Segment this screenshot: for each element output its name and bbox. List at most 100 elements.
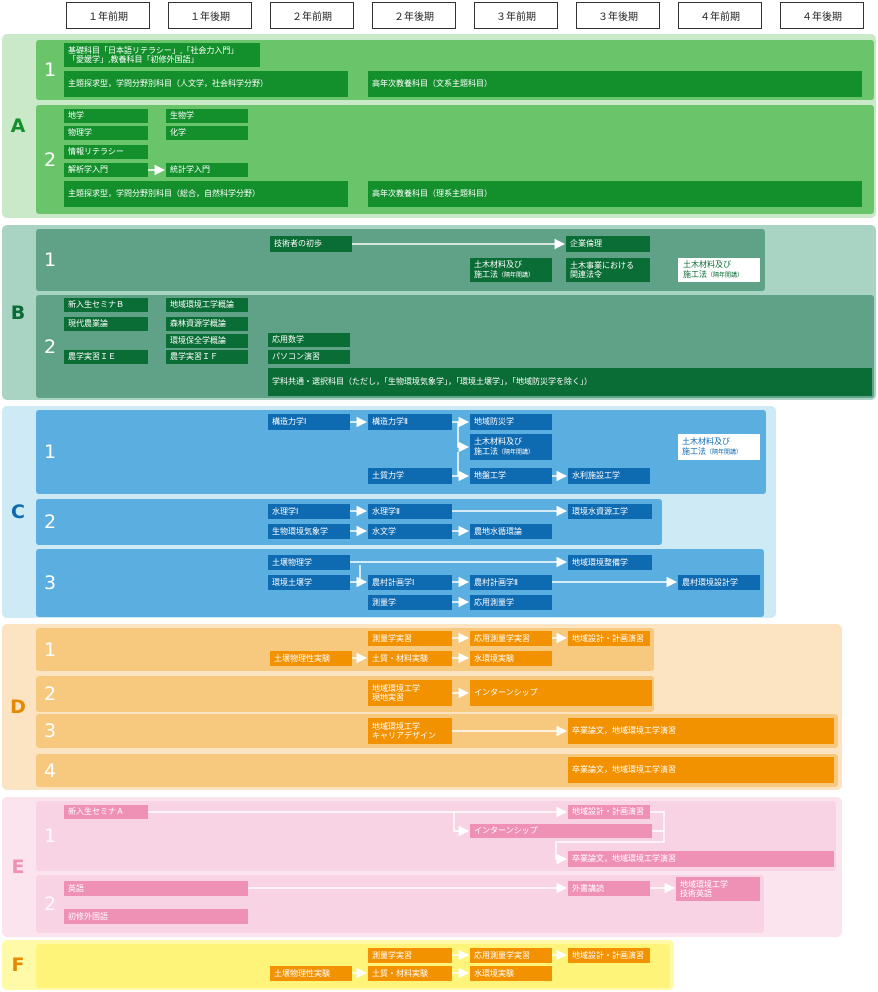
course-name-line: 土質・材料実験 [372, 653, 428, 663]
course-box: 測量学 [368, 595, 452, 610]
course-name-line: 土質・材料実験 [372, 968, 428, 978]
course-box: 地域環境工学 技術英語 [676, 877, 760, 901]
course-box: 統計学入門 [166, 163, 248, 177]
course-name-line: キャリアデザイン [372, 731, 436, 740]
course-box: 水利施設工学 [568, 468, 650, 484]
course-box: 環境保全学概論 [166, 334, 248, 348]
lane-number: 3 [43, 572, 57, 594]
course-name-line: 地域環境工学 [372, 721, 420, 731]
section-label-E: E [11, 856, 25, 878]
course-name-line: 構造力学Ⅱ [372, 417, 408, 427]
course-name-line: 外書講読 [572, 883, 604, 893]
column-header: ３年前期 [474, 2, 558, 29]
course-name-line: 農村計画学Ⅱ [474, 577, 518, 587]
course-name-line: 応用数学 [272, 335, 304, 345]
course-box: 水理学Ⅱ [368, 504, 452, 519]
lane-number: 1 [43, 638, 57, 661]
course-name-line: 水利施設工学 [572, 471, 620, 481]
lane-number: 3 [43, 720, 57, 742]
course-name-line: パソコン演習 [272, 352, 320, 362]
course-name-line: 卒業論文，地域環境工学演習 [572, 726, 676, 736]
course-name-line: 地域環境工学 [372, 683, 420, 693]
course-box: 農村環境設計学 [678, 575, 760, 590]
course-box: 物理学 [64, 126, 148, 140]
course-box: 地域環境整備学 [568, 555, 652, 570]
course-name-line: 解析学入門 [68, 165, 108, 175]
course-box: 地域環境工学 キャリアデザイン [368, 718, 452, 744]
course-box: 土木事業における 関連法令 [566, 258, 650, 282]
column-header: ２年前期 [270, 2, 354, 29]
course-box: 構造力学Ⅱ [368, 414, 452, 430]
course-box: 地域防災学 [470, 414, 552, 430]
column-header: ２年後期 [372, 2, 456, 29]
course-name-line: 農村計画学Ⅰ [372, 577, 415, 587]
course-name-line: 水環境実験 [474, 968, 514, 978]
lane-number: 1 [43, 441, 57, 463]
course-box: 構造力学Ⅰ [268, 414, 350, 430]
course-name-line: 高年次教養科目（文系主題科目） [372, 79, 492, 89]
course-name-line: 水環境実験 [474, 653, 514, 663]
course-note: （隔年開講） [498, 271, 535, 279]
course-name-line: 森林資源学概論 [170, 319, 226, 329]
course-name-line: 現代農業論 [68, 319, 108, 329]
course-note: （隔年開講） [706, 448, 743, 456]
course-box: 地域設計・計画演習 [568, 631, 650, 646]
lane-number: 2 [43, 148, 57, 171]
course-box: 企業倫理 [566, 236, 650, 252]
course-name-line: 関連法令 [570, 270, 602, 279]
column-header: １年後期 [168, 2, 252, 29]
course-box: 基礎科目「日本語リテラシー」,「社会力入門」 「愛媛学」,教養科目「初修外国語」 [64, 43, 260, 67]
course-note: （隔年開講） [707, 271, 744, 279]
course-box: 測量学実習 [368, 948, 452, 963]
course-box: 卒業論文，地域環境工学演習 [568, 757, 834, 783]
lane-number: 1 [43, 825, 57, 847]
column-header: ４年後期 [780, 2, 864, 29]
course-name-line: インターンシップ [474, 688, 538, 698]
course-box: 現代農業論 [64, 317, 148, 331]
course-name-line: 生物学 [170, 111, 194, 121]
course-box: 新入生セミナＢ [64, 298, 148, 312]
course-box: 農村計画学Ⅰ [368, 575, 452, 590]
course-box: 地域環境工学 現地実習 [368, 680, 452, 706]
course-name-line: 基礎科目「日本語リテラシー」,「社会力入門」 [68, 45, 239, 55]
course-box: 初修外国語 [64, 909, 248, 924]
course-name-line: 地域環境整備学 [572, 557, 628, 567]
course-box: 生物学 [166, 109, 248, 123]
course-box: インターンシップ [470, 680, 652, 706]
course-box: 環境水資源工学 [568, 504, 652, 519]
course-box: 土木材料及び 施工法（隔年開講） [678, 434, 760, 460]
column-header: ４年前期 [678, 2, 762, 29]
course-name-line: 新入生セミナＢ [68, 300, 124, 310]
course-box: 水環境実験 [470, 651, 552, 666]
course-box: 地域環境工学概論 [166, 298, 248, 312]
course-name-line: 施工法（隔年開講） [682, 446, 743, 456]
course-name-line: 地域環境工学 [680, 879, 728, 889]
course-box: 水文学 [368, 524, 452, 539]
course-box: 卒業論文，地域環境工学演習 [568, 851, 834, 867]
course-name-line: 統計学入門 [170, 165, 210, 175]
section-label-C: C [11, 501, 25, 523]
lane-number: 2 [43, 683, 57, 705]
course-box: 農地水循環論 [470, 524, 552, 539]
course-box: 新入生セミナＡ [64, 805, 148, 819]
section-label-B: B [10, 301, 26, 324]
course-name-line: 応用測量学実習 [474, 950, 530, 960]
course-name-line: 化学 [170, 128, 186, 138]
course-box: 土木材料及び 施工法（隔年開講） [470, 434, 552, 460]
course-box: 英語 [64, 881, 248, 896]
course-name-line: 地域設計・計画演習 [572, 807, 644, 817]
course-box: 卒業論文，地域環境工学演習 [568, 718, 834, 744]
course-name-line: 地盤工学 [474, 471, 506, 481]
course-name-line: 農村環境設計学 [682, 577, 738, 587]
section-label-A: A [10, 115, 26, 137]
course-name-line: 学科共通・選択科目（ただし，「生物環境気象学」，「環境土壌学」，「地域防災学を除… [272, 377, 592, 387]
course-box: 高年次教養科目（理系主題科目） [368, 181, 862, 207]
course-name-line: 測量学 [372, 597, 396, 607]
course-box: 地域設計・計画演習 [568, 805, 650, 819]
column-header: １年前期 [66, 2, 150, 29]
course-box: 地学 [64, 109, 148, 123]
course-name-line: 企業倫理 [570, 239, 602, 249]
course-name-line: 水理学Ⅰ [272, 506, 299, 516]
lane-number: 1 [43, 59, 57, 81]
course-name-line: 地域設計・計画演習 [572, 950, 644, 960]
